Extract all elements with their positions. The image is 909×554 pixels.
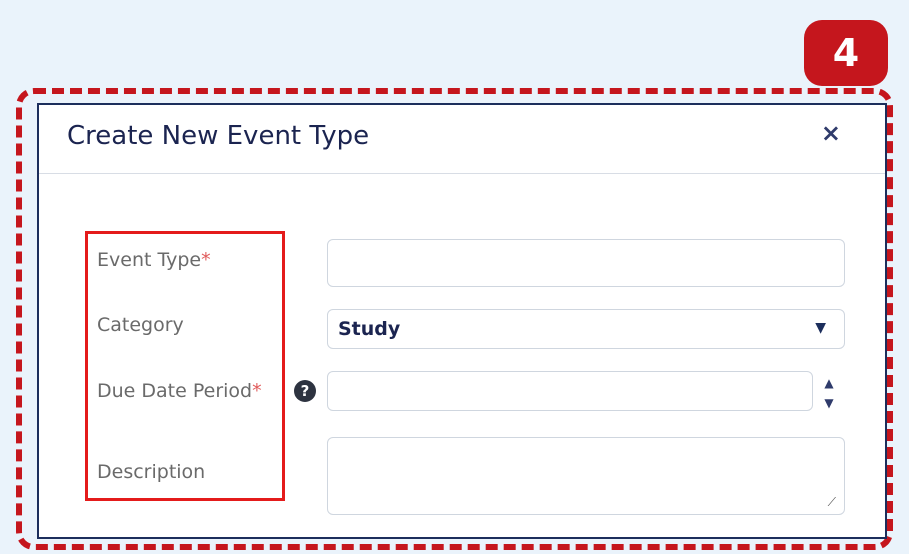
stepper-down-icon[interactable]: ▼	[818, 393, 840, 413]
chevron-down-icon[interactable]: ▼	[815, 320, 826, 336]
resize-grip-icon[interactable]: ⟋	[828, 495, 836, 510]
dialog-header: Create New Event Type ×	[39, 105, 885, 174]
dialog-title: Create New Event Type	[67, 121, 370, 151]
close-icon[interactable]: ×	[821, 119, 841, 147]
stepper-up-icon[interactable]: ▲	[818, 373, 840, 393]
event-type-label: Event Type*	[97, 249, 211, 271]
category-selected-value: Study	[338, 318, 401, 340]
due-date-period-label-text: Due Date Period	[97, 380, 253, 402]
category-select[interactable]: Study ▼	[327, 309, 845, 349]
required-marker: *	[252, 380, 262, 402]
due-date-period-input[interactable]	[327, 371, 813, 411]
step-number-badge: 4	[804, 20, 888, 86]
create-event-type-dialog: Create New Event Type × Event Type* Cate…	[37, 103, 887, 539]
due-date-period-label: Due Date Period*	[97, 380, 262, 402]
help-icon[interactable]: ?	[294, 380, 316, 402]
event-type-label-text: Event Type	[97, 249, 202, 271]
description-textarea[interactable]: ⟋	[327, 437, 845, 515]
event-type-input[interactable]	[327, 239, 845, 287]
required-marker: *	[201, 249, 211, 271]
description-label: Description	[97, 461, 206, 483]
category-label: Category	[97, 314, 184, 336]
number-stepper-icon[interactable]: ▲ ▼	[818, 373, 840, 413]
